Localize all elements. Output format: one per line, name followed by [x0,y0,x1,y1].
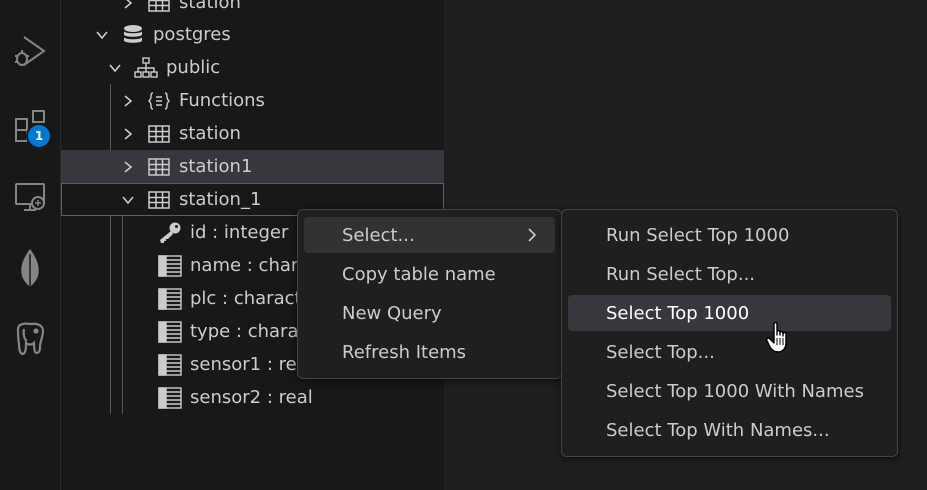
table-icon [147,123,171,145]
menu-item-label: Select... [342,224,415,246]
tree-row-label: station [179,123,241,144]
chevron-down-icon[interactable] [93,26,111,44]
tree-row-station[interactable]: station [61,117,444,150]
tree-row-public[interactable]: public [61,51,444,84]
tree-row-station-partial[interactable]: station [61,0,444,19]
table-icon [147,189,171,211]
tree-row-label: station1 [179,156,253,177]
menu-item-new-query[interactable]: New Query [304,295,555,331]
submenu-item-select-top-1000[interactable]: Select Top 1000 [568,295,891,331]
menu-item-select[interactable]: Select... [304,217,555,253]
context-menu: Select... Copy table name New Query Refr… [297,209,562,379]
database-icon [121,24,145,46]
mongodb-leaf-icon[interactable] [0,243,60,293]
menu-item-label: Copy table name [342,263,496,285]
key-icon [158,222,182,244]
column-icon [158,353,182,376]
table-icon [147,0,171,14]
tree-row-station1[interactable]: station1 [61,150,444,183]
tree-row-label: sensor2 : real [190,387,313,408]
submenu-item-run-select-top[interactable]: Run Select Top... [568,256,891,292]
tree-row-postgres[interactable]: postgres [61,18,444,51]
column-icon [158,254,182,277]
column-icon [158,320,182,343]
menu-item-label: Select Top With Names... [606,419,830,441]
extensions-badge: 1 [26,123,52,149]
postgresql-elephant-icon[interactable] [0,314,60,364]
chevron-right-icon[interactable] [119,125,137,143]
submenu-item-select-top-1000-with-names[interactable]: Select Top 1000 With Names [568,373,891,409]
tree-row-label: id : integer [190,222,289,243]
tree-row-label: station [179,0,241,13]
submenu-item-select-top[interactable]: Select Top... [568,334,891,370]
tree-row-label: Functions [179,90,265,111]
submenu-item-run-select-top-1000[interactable]: Run Select Top 1000 [568,217,891,253]
chevron-down-icon[interactable] [106,59,124,77]
tree-row-label: sensor1 : real [190,354,313,375]
menu-item-refresh-items[interactable]: Refresh Items [304,334,555,370]
menu-item-copy-table-name[interactable]: Copy table name [304,256,555,292]
column-icon [158,287,182,310]
menu-item-label: Select Top 1000 With Names [606,380,864,402]
chevron-right-icon[interactable] [119,0,137,12]
tree-row-functions[interactable]: Functions [61,84,444,117]
submenu-item-select-top-with-names[interactable]: Select Top With Names... [568,412,891,448]
select-submenu: Run Select Top 1000 Run Select Top... Se… [561,209,898,457]
tree-row-column-sensor2[interactable]: sensor2 : real [61,381,444,414]
menu-item-label: Run Select Top 1000 [606,224,790,246]
chevron-right-icon[interactable] [119,158,137,176]
remote-explorer-icon[interactable] [0,170,60,220]
menu-item-label: Select Top 1000 [606,302,750,324]
menu-item-label: Select Top... [606,341,715,363]
chevron-down-icon[interactable] [119,191,137,209]
menu-item-label: Run Select Top... [606,263,756,285]
column-icon [158,386,182,409]
menu-item-label: New Query [342,302,442,324]
run-debug-icon[interactable] [0,24,60,74]
chevron-right-icon[interactable] [119,92,137,110]
tree-row-label: station_1 [179,189,262,210]
tree-row-label: postgres [153,24,231,45]
schema-icon [134,56,158,79]
function-icon [147,90,171,112]
activity-bar: 1 [0,0,61,490]
table-icon [147,156,171,178]
tree-row-label: public [166,57,221,78]
menu-item-label: Refresh Items [342,341,467,363]
chevron-right-icon [525,227,539,248]
hand-cursor-icon [766,321,794,355]
